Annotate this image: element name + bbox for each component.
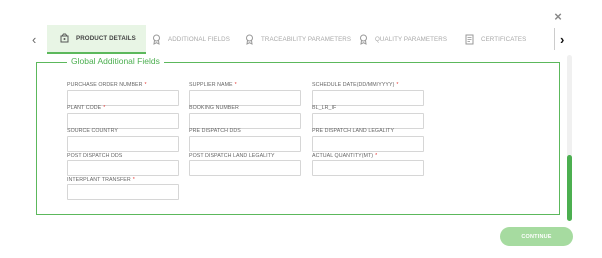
pre-dispatch-dds-label: PRE DISPATCH DDS (189, 128, 241, 134)
tab-quality-parameters[interactable]: QUALITY PARAMETERS (358, 25, 447, 54)
booking-number-label: BOOKING NUMBER (189, 105, 239, 111)
interplant-transfer-input[interactable] (67, 184, 179, 200)
bl-lr-if-label: BL_LR_IF (312, 105, 337, 111)
post-dispatch-dds-input[interactable] (67, 160, 179, 176)
interplant-transfer-label: INTERPLANT TRANSFER * (67, 177, 135, 183)
pre-dispatch-land-legality-label: PRE DISPATCH LAND LEGALITY (312, 128, 395, 134)
product-icon (59, 33, 70, 44)
purchase-order-number-input[interactable] (67, 90, 179, 106)
post-dispatch-dds-label: POST DISPATCH DDS (67, 153, 123, 159)
purchase-order-number-label: PURCHASE ORDER NUMBER * (67, 82, 147, 88)
global-additional-fields-section: Global Additional Fields PURCHASE ORDER … (36, 56, 560, 215)
supplier-name-label: SUPPLIER NAME * (189, 82, 237, 88)
award-icon (244, 34, 255, 45)
award-icon (358, 34, 369, 45)
tab-product-details[interactable]: PRODUCT DETAILS (47, 25, 146, 54)
post-dispatch-land-legality-input[interactable] (189, 160, 301, 176)
scrollbar-thumb[interactable] (567, 155, 572, 221)
continue-button[interactable]: CONTINUE (500, 227, 573, 246)
booking-number-input[interactable] (189, 113, 301, 129)
tab-label: TRACEABILITY PARAMETERS (261, 36, 352, 43)
tab-label: CERTIFICATES (481, 36, 527, 43)
tab-label: ADDITIONAL FIELDS (168, 36, 230, 43)
chevron-right-icon[interactable]: › (560, 32, 570, 47)
pre-dispatch-dds-input[interactable] (189, 136, 301, 152)
tab-label: QUALITY PARAMETERS (375, 36, 448, 43)
chevron-left-icon[interactable]: ‹ (32, 32, 42, 47)
tab-label: PRODUCT DETAILS (76, 35, 136, 42)
tab-bar: ‹ PRODUCT DETAILS ADDITIONAL FIELDS TRAC… (28, 25, 574, 54)
schedule-date-label: SCHEDULE DATE(DD/MM/YYYY) * (312, 82, 399, 88)
pre-dispatch-land-legality-input[interactable] (312, 136, 424, 152)
source-country-input[interactable] (67, 136, 179, 152)
source-country-label: SOURCE COUNTRY (67, 128, 118, 134)
bl-lr-if-input[interactable] (312, 113, 424, 129)
section-title: Global Additional Fields (67, 56, 164, 66)
tab-divider (554, 28, 555, 50)
tab-traceability-parameters[interactable]: TRACEABILITY PARAMETERS (244, 25, 351, 54)
plant-code-label: PLANT CODE * (67, 105, 106, 111)
close-icon[interactable]: × (552, 10, 564, 23)
post-dispatch-land-legality-label: POST DISPATCH LAND LEGALITY (189, 153, 275, 159)
award-icon (151, 34, 162, 45)
plant-code-input[interactable] (67, 113, 179, 129)
supplier-name-input[interactable] (189, 90, 301, 106)
tab-additional-fields[interactable]: ADDITIONAL FIELDS (151, 25, 230, 54)
actual-quantity-label: ACTUAL QUANTITY(MT) * (312, 153, 378, 159)
schedule-date-input[interactable] (312, 90, 424, 106)
certificate-icon (464, 34, 475, 45)
tab-certificates[interactable]: CERTIFICATES (464, 25, 526, 54)
actual-quantity-input[interactable] (312, 160, 424, 176)
